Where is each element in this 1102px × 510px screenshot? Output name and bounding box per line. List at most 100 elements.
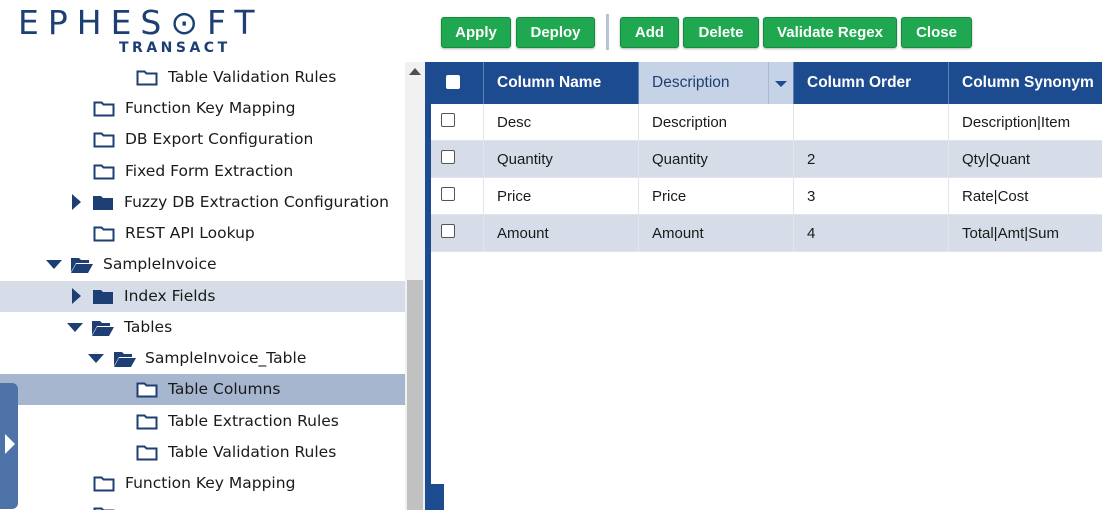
cell-column-synonym[interactable]: Description|Item [949,104,1102,141]
cell-description[interactable]: Price [639,178,794,215]
tree-item-label: SampleInvoice_Table [145,349,307,367]
toolbar-separator [606,14,609,50]
header-column-order[interactable]: Column Order [794,62,949,104]
tree-item-label: Table Columns [168,380,281,398]
tree-item-table-extraction-rules[interactable]: Table Extraction Rules [0,406,405,437]
folder-filled-icon [92,194,114,215]
tree-item-tables[interactable]: Tables [0,312,405,343]
collapse-arrow-icon[interactable] [88,354,104,363]
folder-outline-icon [93,100,115,121]
header-column-name[interactable]: Column Name [484,62,639,104]
collapse-arrow-icon[interactable] [46,260,62,269]
row-select-cell [431,178,484,215]
tree-item-fixed-form-extraction[interactable]: Fixed Form Extraction [0,156,405,187]
deploy-button[interactable]: Deploy [516,17,595,48]
cell-column-synonym[interactable]: Rate|Cost [949,178,1102,215]
row-select-cell [431,104,484,141]
tree-item-function-key-mapping[interactable]: Function Key Mapping [0,93,405,124]
cell-description[interactable]: Amount [639,215,794,252]
grid-collapse-handle[interactable] [431,484,444,510]
row-checkbox[interactable] [441,187,455,201]
cell-column-name[interactable]: Quantity [484,141,639,178]
collapse-arrow-icon[interactable] [67,323,83,332]
table-row[interactable]: Price Price 3 Rate|Cost [431,178,1102,215]
tree-item-table-columns[interactable]: Table Columns [0,374,405,405]
row-checkbox[interactable] [441,150,455,164]
cell-column-order[interactable]: 3 [794,178,949,215]
tree-item-label: DB Export Configuration [125,130,314,148]
cell-column-name[interactable]: Price [484,178,639,215]
table-row[interactable]: Desc Description Description|Item [431,104,1102,141]
delete-button[interactable]: Delete [683,17,759,48]
cell-description[interactable]: Quantity [639,141,794,178]
tree-scrollbar[interactable] [405,62,425,510]
ephesoft-logo: EPHES⊙FT TRANSACT [18,6,255,57]
tree-item-index-fields[interactable]: Index Fields [0,281,405,312]
tree-item-label: Function Key Mapping [125,99,296,117]
apply-button[interactable]: Apply [441,17,511,48]
folder-outline-icon [93,225,115,246]
logo-wordmark: EPHES⊙FT [18,3,264,42]
tree-item-label: REST API Lookup [125,224,255,242]
scroll-up-arrow-icon[interactable] [409,68,421,75]
cell-column-order[interactable] [794,104,949,141]
tree-item-label: Table Extraction Rules [168,412,339,430]
close-button[interactable]: Close [901,17,972,48]
folder-outline-icon [93,131,115,152]
tree-item-label: Function Key Mapping [125,474,296,492]
row-select-cell [431,141,484,178]
tree-item-label: Fuzzy DB Extraction Configuration [124,193,389,211]
tree-item-label: Tables [124,318,173,336]
panel-toggle-tab[interactable] [0,383,18,509]
folder-open-icon [70,256,94,277]
tree-item-label: Table Validation Rules [168,68,337,86]
expand-arrow-icon[interactable] [72,288,81,304]
add-button[interactable]: Add [620,17,679,48]
config-tree: Table Validation Rules Function Key Mapp… [0,62,405,510]
tree-item-sampleinvoice[interactable]: SampleInvoice [0,249,405,280]
scrollbar-thumb[interactable] [407,280,423,510]
tree-item-fuzzy-db-extraction[interactable]: Fuzzy DB Extraction Configuration [0,187,405,218]
header-column-synonym[interactable]: Column Synonym [949,62,1102,104]
table-row[interactable]: Quantity Quantity 2 Qty|Quant [431,141,1102,178]
row-checkbox[interactable] [441,224,455,238]
validate-regex-button[interactable]: Validate Regex [763,17,897,48]
tree-item-label: Index Fields [124,287,216,305]
cell-description[interactable]: Description [639,104,794,141]
expand-arrow-icon[interactable] [72,194,81,210]
folder-outline-icon [136,69,158,90]
header-description-label: Description [652,74,730,91]
cell-column-synonym[interactable]: Qty|Quant [949,141,1102,178]
folder-open-icon [113,350,137,371]
header-menu-separator [768,62,769,104]
logo-subtitle: TRANSACT [119,40,231,56]
column-menu-caret-icon[interactable] [775,81,787,87]
grid-header: Column Name Description Column Order Col… [431,62,1102,104]
row-select-cell [431,215,484,252]
select-all-cell [431,62,484,104]
select-all-checkbox[interactable] [446,75,460,89]
cell-column-name[interactable]: Desc [484,104,639,141]
folder-outline-icon [93,506,115,510]
tree-item-label: Table Validation Rules [168,443,337,461]
table-row[interactable]: Amount Amount 4 Total|Amt|Sum [431,215,1102,252]
header-description[interactable]: Description [639,62,794,104]
folder-outline-icon [93,475,115,496]
tree-item-db-export-configuration[interactable]: DB Export Configuration [0,124,405,155]
folder-outline-icon [136,413,158,434]
cell-column-order[interactable]: 4 [794,215,949,252]
tree-item-partial [0,499,405,510]
tree-item-table-validation-rules-2[interactable]: Table Validation Rules [0,437,405,468]
row-checkbox[interactable] [441,113,455,127]
chevron-right-icon [5,434,15,454]
tree-item-label: SampleInvoice [103,255,217,273]
tree-item-table-validation-rules[interactable]: Table Validation Rules [0,62,405,93]
tree-item-function-key-mapping-2[interactable]: Function Key Mapping [0,468,405,499]
cell-column-synonym[interactable]: Total|Amt|Sum [949,215,1102,252]
folder-outline-icon [136,444,158,465]
tree-item-sampleinvoice-table[interactable]: SampleInvoice_Table [0,343,405,374]
cell-column-name[interactable]: Amount [484,215,639,252]
folder-outline-icon [93,163,115,184]
cell-column-order[interactable]: 2 [794,141,949,178]
tree-item-rest-api-lookup[interactable]: REST API Lookup [0,218,405,249]
